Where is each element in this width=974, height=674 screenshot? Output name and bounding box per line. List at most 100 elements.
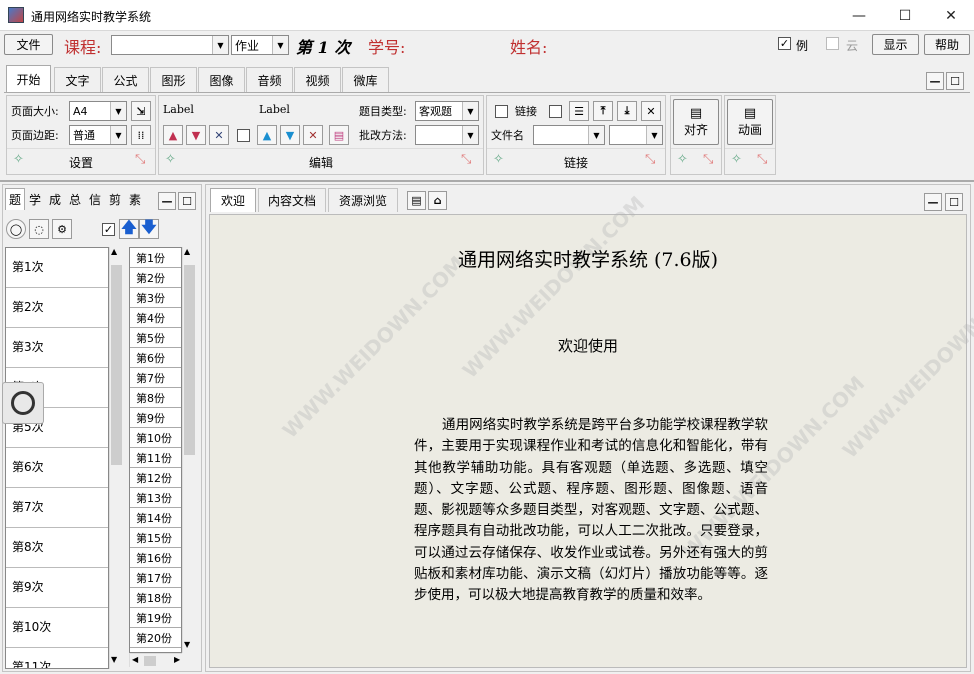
hscroll-thumb[interactable] xyxy=(144,656,156,666)
scroll-down-icon[interactable]: ▼ xyxy=(184,640,190,649)
tab-video[interactable]: 视频 xyxy=(294,67,341,92)
times-scrollbar[interactable]: ▲ ▼ xyxy=(109,247,123,669)
ribbon-minimize-icon[interactable]: — xyxy=(926,72,944,90)
tab-graphics[interactable]: 图形 xyxy=(150,67,197,92)
copies-list-item[interactable]: 第9份 xyxy=(130,408,181,428)
copies-list-item[interactable]: 第6份 xyxy=(130,348,181,368)
left-maximize-icon[interactable]: ☐ xyxy=(178,192,196,210)
remove-link-icon[interactable]: ✕ xyxy=(641,101,661,121)
scroll-thumb[interactable] xyxy=(111,265,122,465)
copies-list-item[interactable]: 第20份 xyxy=(130,628,181,648)
tab-materials[interactable]: 素 xyxy=(125,188,145,210)
copies-list-item[interactable]: 第16份 xyxy=(130,548,181,568)
expand-icon[interactable]: ⤡ xyxy=(461,152,471,167)
resize-icon[interactable]: ⇲ xyxy=(131,101,151,121)
link-checkbox[interactable] xyxy=(495,105,508,118)
content-maximize-icon[interactable]: ☐ xyxy=(945,193,963,211)
ribbon-maximize-icon[interactable]: ☐ xyxy=(946,72,964,90)
doc-list-icon[interactable]: ▤ xyxy=(407,191,426,210)
tab-clipboard[interactable]: 剪 xyxy=(105,188,125,210)
times-list-item[interactable]: 第9次 xyxy=(6,568,108,608)
times-list-item[interactable]: 第11次 xyxy=(6,648,108,668)
copies-list-item[interactable]: 第2份 xyxy=(130,268,181,288)
margin-select[interactable]: 普通 ▼ xyxy=(69,125,127,145)
tab-info[interactable]: 信 xyxy=(85,188,105,210)
times-list-item[interactable]: 第3次 xyxy=(6,328,108,368)
download-icon[interactable]: ⤓ xyxy=(617,101,637,121)
upload-icon[interactable]: ⤒ xyxy=(593,101,613,121)
move-down-blue-icon[interactable]: ▼ xyxy=(280,125,300,145)
copies-list-item[interactable]: 第10份 xyxy=(130,428,181,448)
question-type-select[interactable]: 客观题 ▼ xyxy=(415,101,479,121)
file-button[interactable]: 文件 xyxy=(4,34,53,55)
times-list-item[interactable]: 第1次 xyxy=(6,248,108,288)
tab-audio[interactable]: 音频 xyxy=(246,67,293,92)
move-up-blue-icon[interactable]: ▲ xyxy=(257,125,277,145)
scroll-up-icon[interactable]: ▲ xyxy=(184,247,190,256)
copies-list-item[interactable]: 第17份 xyxy=(130,568,181,588)
minimize-icon[interactable]: — xyxy=(836,0,882,31)
copies-list-item[interactable]: 第15份 xyxy=(130,528,181,548)
copies-list-item[interactable]: 第19份 xyxy=(130,608,181,628)
copies-list-item[interactable]: 第3份 xyxy=(130,288,181,308)
maximize-icon[interactable]: ☐ xyxy=(882,0,928,31)
expand-icon[interactable]: ⤡ xyxy=(757,152,767,167)
expand-icon[interactable]: ⤡ xyxy=(703,152,713,167)
copies-scrollbar[interactable]: ▲ ▼ xyxy=(182,247,196,653)
show-button[interactable]: 显示 xyxy=(872,34,919,55)
link-type-select[interactable]: ▼ xyxy=(609,125,663,145)
copies-list-item[interactable]: 第5份 xyxy=(130,328,181,348)
list-icon[interactable]: ☰ xyxy=(569,101,589,121)
expand-icon[interactable]: ⤡ xyxy=(135,152,145,167)
delete-icon[interactable]: ✕ xyxy=(209,125,229,145)
expand-icon[interactable]: ⤡ xyxy=(645,152,655,167)
copies-list-item[interactable]: 第12份 xyxy=(130,468,181,488)
cloud-checkbox[interactable] xyxy=(826,37,839,50)
copies-list-item[interactable]: 第13份 xyxy=(130,488,181,508)
align-button[interactable]: ▤ 对齐 xyxy=(673,99,719,145)
example-checkbox[interactable]: ✓ xyxy=(778,37,791,50)
floating-circle-button[interactable] xyxy=(2,382,44,424)
tab-formula[interactable]: 公式 xyxy=(102,67,149,92)
copies-list-item[interactable]: 第7份 xyxy=(130,368,181,388)
edit-checkbox[interactable] xyxy=(237,129,250,142)
margin-icon[interactable]: ⁞⁞ xyxy=(131,125,151,145)
tab-text[interactable]: 文字 xyxy=(54,67,101,92)
left-minimize-icon[interactable]: — xyxy=(158,192,176,210)
scroll-thumb[interactable] xyxy=(184,265,195,455)
delete-red-icon[interactable]: ✕ xyxy=(303,125,323,145)
grading-select[interactable]: ▼ xyxy=(415,125,479,145)
copies-list-item[interactable]: 第18份 xyxy=(130,588,181,608)
inbox-icon[interactable]: ⌂ xyxy=(428,191,447,210)
close-icon[interactable]: ✕ xyxy=(928,0,974,31)
times-list-item[interactable]: 第10次 xyxy=(6,608,108,648)
link-checkbox-2[interactable] xyxy=(549,105,562,118)
tab-library[interactable]: 微库 xyxy=(342,67,389,92)
help-button[interactable]: 帮助 xyxy=(924,34,970,55)
tab-students[interactable]: 学 xyxy=(25,188,45,210)
tab-questions[interactable]: 题 xyxy=(5,188,25,210)
content-minimize-icon[interactable]: — xyxy=(924,193,942,211)
times-list-item[interactable]: 第2次 xyxy=(6,288,108,328)
dotted-circle-icon[interactable]: ◌ xyxy=(29,219,49,239)
course-select[interactable]: ▼ xyxy=(111,35,229,55)
homework-select[interactable]: 作业 ▼ xyxy=(231,35,289,55)
tab-summary[interactable]: 总 xyxy=(65,188,85,210)
filename-select[interactable]: ▼ xyxy=(533,125,605,145)
tab-scores[interactable]: 成 xyxy=(45,188,65,210)
move-down-red-icon[interactable]: ▼ xyxy=(186,125,206,145)
tab-resource-browse[interactable]: 资源浏览 xyxy=(328,188,398,212)
copies-list-item[interactable]: 第14份 xyxy=(130,508,181,528)
copies-list-item[interactable]: 第8份 xyxy=(130,388,181,408)
tab-start[interactable]: 开始 xyxy=(6,65,51,92)
animation-button[interactable]: ▤ 动画 xyxy=(727,99,773,145)
copies-list-item[interactable]: 第4份 xyxy=(130,308,181,328)
left-checkbox[interactable]: ✓ xyxy=(102,223,115,236)
tab-image[interactable]: 图像 xyxy=(198,67,245,92)
arrow-down-icon[interactable]: 🡇 xyxy=(139,218,159,239)
gear-icon[interactable]: ⚙ xyxy=(52,219,72,239)
move-up-red-icon[interactable]: ▲ xyxy=(163,125,183,145)
document-icon[interactable]: ▤ xyxy=(329,125,349,145)
tab-content-docs[interactable]: 内容文档 xyxy=(258,188,326,212)
copies-hscrollbar[interactable]: ◀ ▶ xyxy=(129,653,182,667)
